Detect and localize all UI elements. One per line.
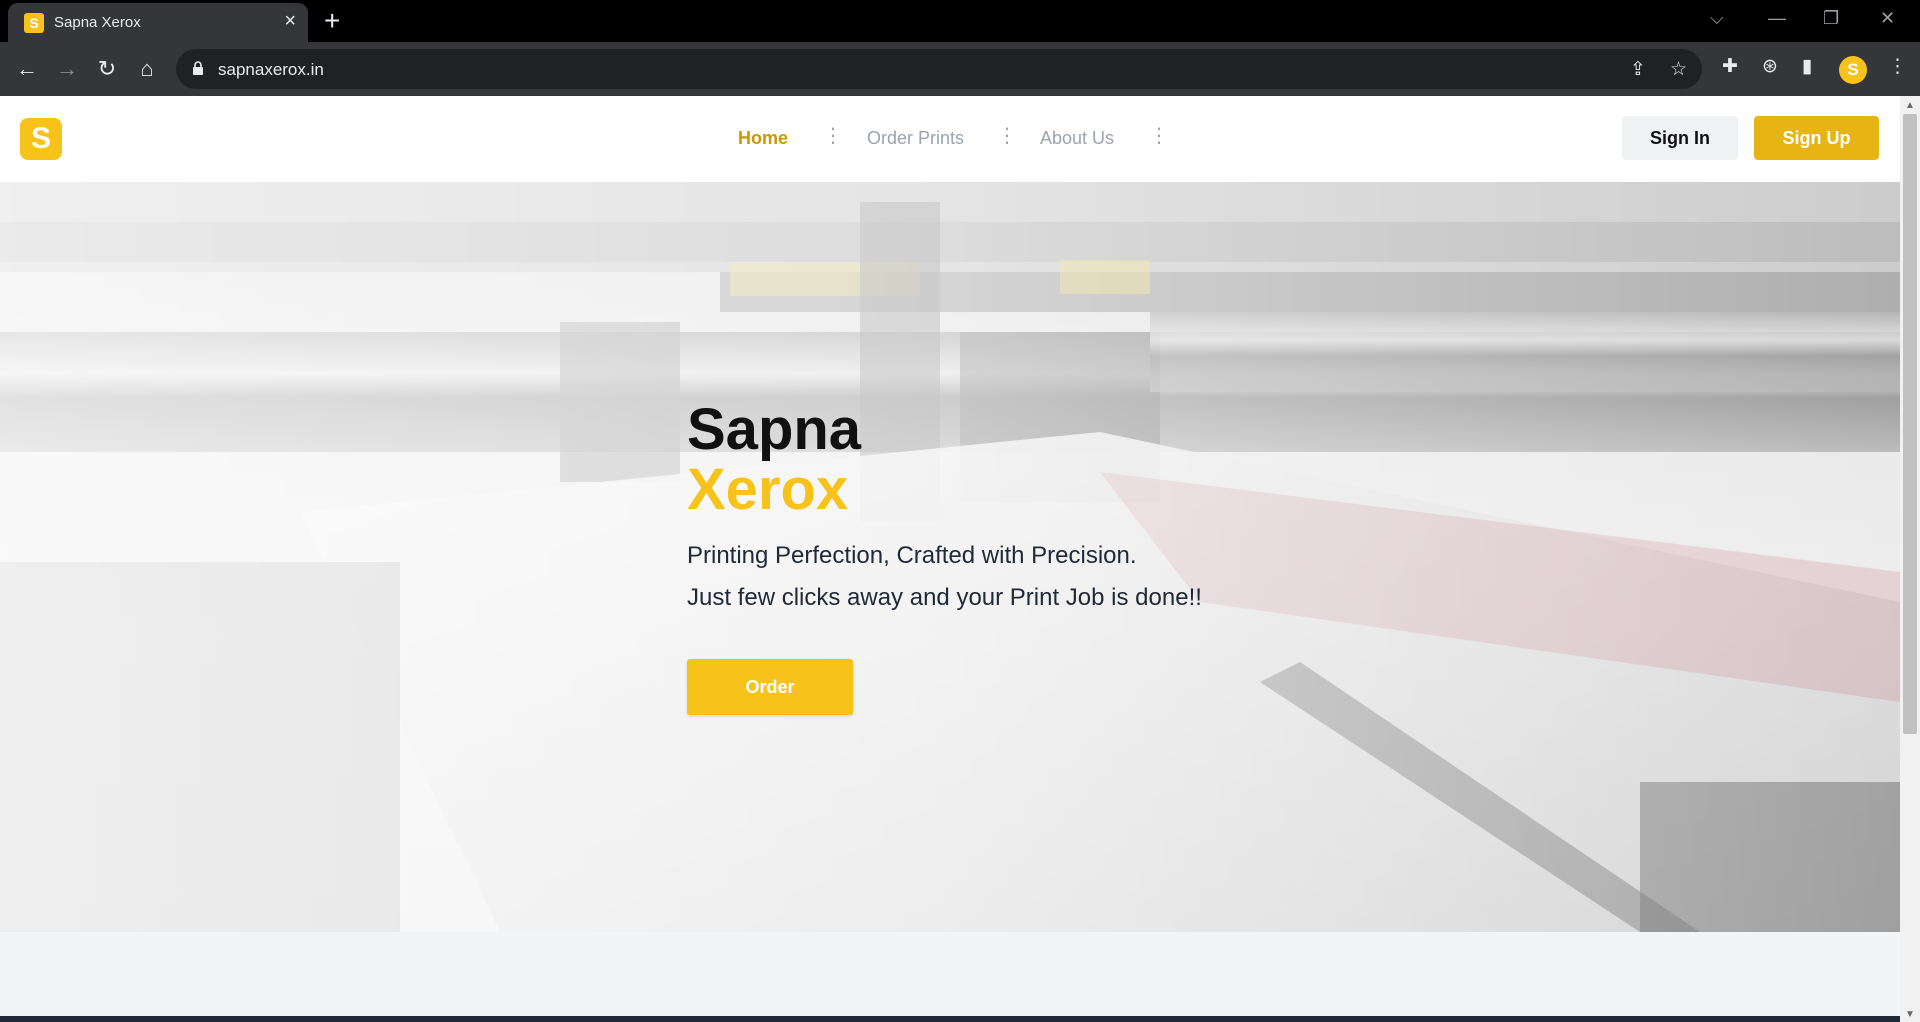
share-icon[interactable]: ⇪	[1630, 58, 1646, 81]
tab-favicon-icon: S	[24, 13, 44, 33]
web-page: S Home ⋮ Order Prints ⋮ About Us ⋮ Sign …	[0, 96, 1900, 1022]
new-tab-icon[interactable]: +	[324, 7, 340, 35]
extensions-puzzle-icon[interactable]: ✚	[1722, 55, 1738, 78]
site-navbar: S Home ⋮ Order Prints ⋮ About Us ⋮ Sign …	[0, 96, 1900, 182]
scroll-up-icon[interactable]: ▲	[1905, 100, 1915, 111]
scroll-down-icon[interactable]: ▼	[1905, 1009, 1915, 1020]
nav-about-us[interactable]: About Us	[1040, 128, 1114, 149]
hero-section: Sapna Xerox Printing Perfection, Crafted…	[0, 182, 1900, 932]
hero-tagline: Printing Perfection, Crafted with Precis…	[687, 542, 1137, 569]
hero-subtagline: Just few clicks away and your Print Job …	[687, 584, 1202, 611]
extension-icon[interactable]: ⊛	[1762, 55, 1778, 78]
home-icon[interactable]: ⌂	[134, 56, 160, 82]
nav-separator-icon: ⋮	[1149, 125, 1169, 147]
lock-icon	[193, 61, 203, 75]
url-text[interactable]: sapnaxerox.in	[218, 60, 324, 80]
tab-title: Sapna Xerox	[54, 14, 141, 31]
tab-search-icon[interactable]: ⌵	[1710, 8, 1724, 29]
forward-icon[interactable]: →	[54, 56, 80, 82]
sign-in-button[interactable]: Sign In	[1622, 116, 1738, 160]
hero-title-sapna: Sapna	[687, 397, 862, 462]
nav-separator-icon: ⋮	[823, 125, 843, 147]
bookmark-star-icon[interactable]: ☆	[1670, 58, 1687, 81]
address-bar[interactable]: sapnaxerox.in ⇪ ☆	[176, 49, 1702, 89]
reload-icon[interactable]: ↻	[94, 56, 120, 82]
side-panel-icon[interactable]: ▮	[1802, 55, 1812, 78]
order-button[interactable]: Order	[687, 659, 853, 715]
minimize-icon[interactable]: —	[1768, 8, 1786, 29]
profile-avatar[interactable]: S	[1839, 56, 1867, 84]
hero-title-xerox: Xerox	[687, 457, 849, 522]
nav-order-prints[interactable]: Order Prints	[867, 128, 964, 149]
close-window-icon[interactable]: ✕	[1880, 8, 1895, 29]
restore-icon[interactable]: ❐	[1823, 8, 1839, 29]
nav-separator-icon: ⋮	[997, 125, 1017, 147]
browser-tab[interactable]: S Sapna Xerox ×	[8, 3, 308, 42]
browser-tab-bar: S Sapna Xerox × + ⌵ — ❐ ✕	[0, 0, 1920, 42]
back-icon[interactable]: ←	[14, 56, 40, 82]
menu-kebab-icon[interactable]: ⋮	[1888, 55, 1907, 78]
scroll-thumb[interactable]	[1903, 114, 1917, 734]
browser-toolbar: ← → ↻ ⌂ sapnaxerox.in ⇪ ☆ ✚ ⊛ ▮ S ⋮	[0, 42, 1920, 96]
page-scrollbar[interactable]: ▲ ▼	[1900, 96, 1920, 1022]
page-bottom-edge	[0, 1016, 1900, 1022]
site-logo[interactable]: S	[20, 118, 62, 160]
nav-home[interactable]: Home	[738, 128, 788, 149]
sign-up-button[interactable]: Sign Up	[1754, 116, 1879, 160]
tab-close-icon[interactable]: ×	[284, 11, 296, 31]
